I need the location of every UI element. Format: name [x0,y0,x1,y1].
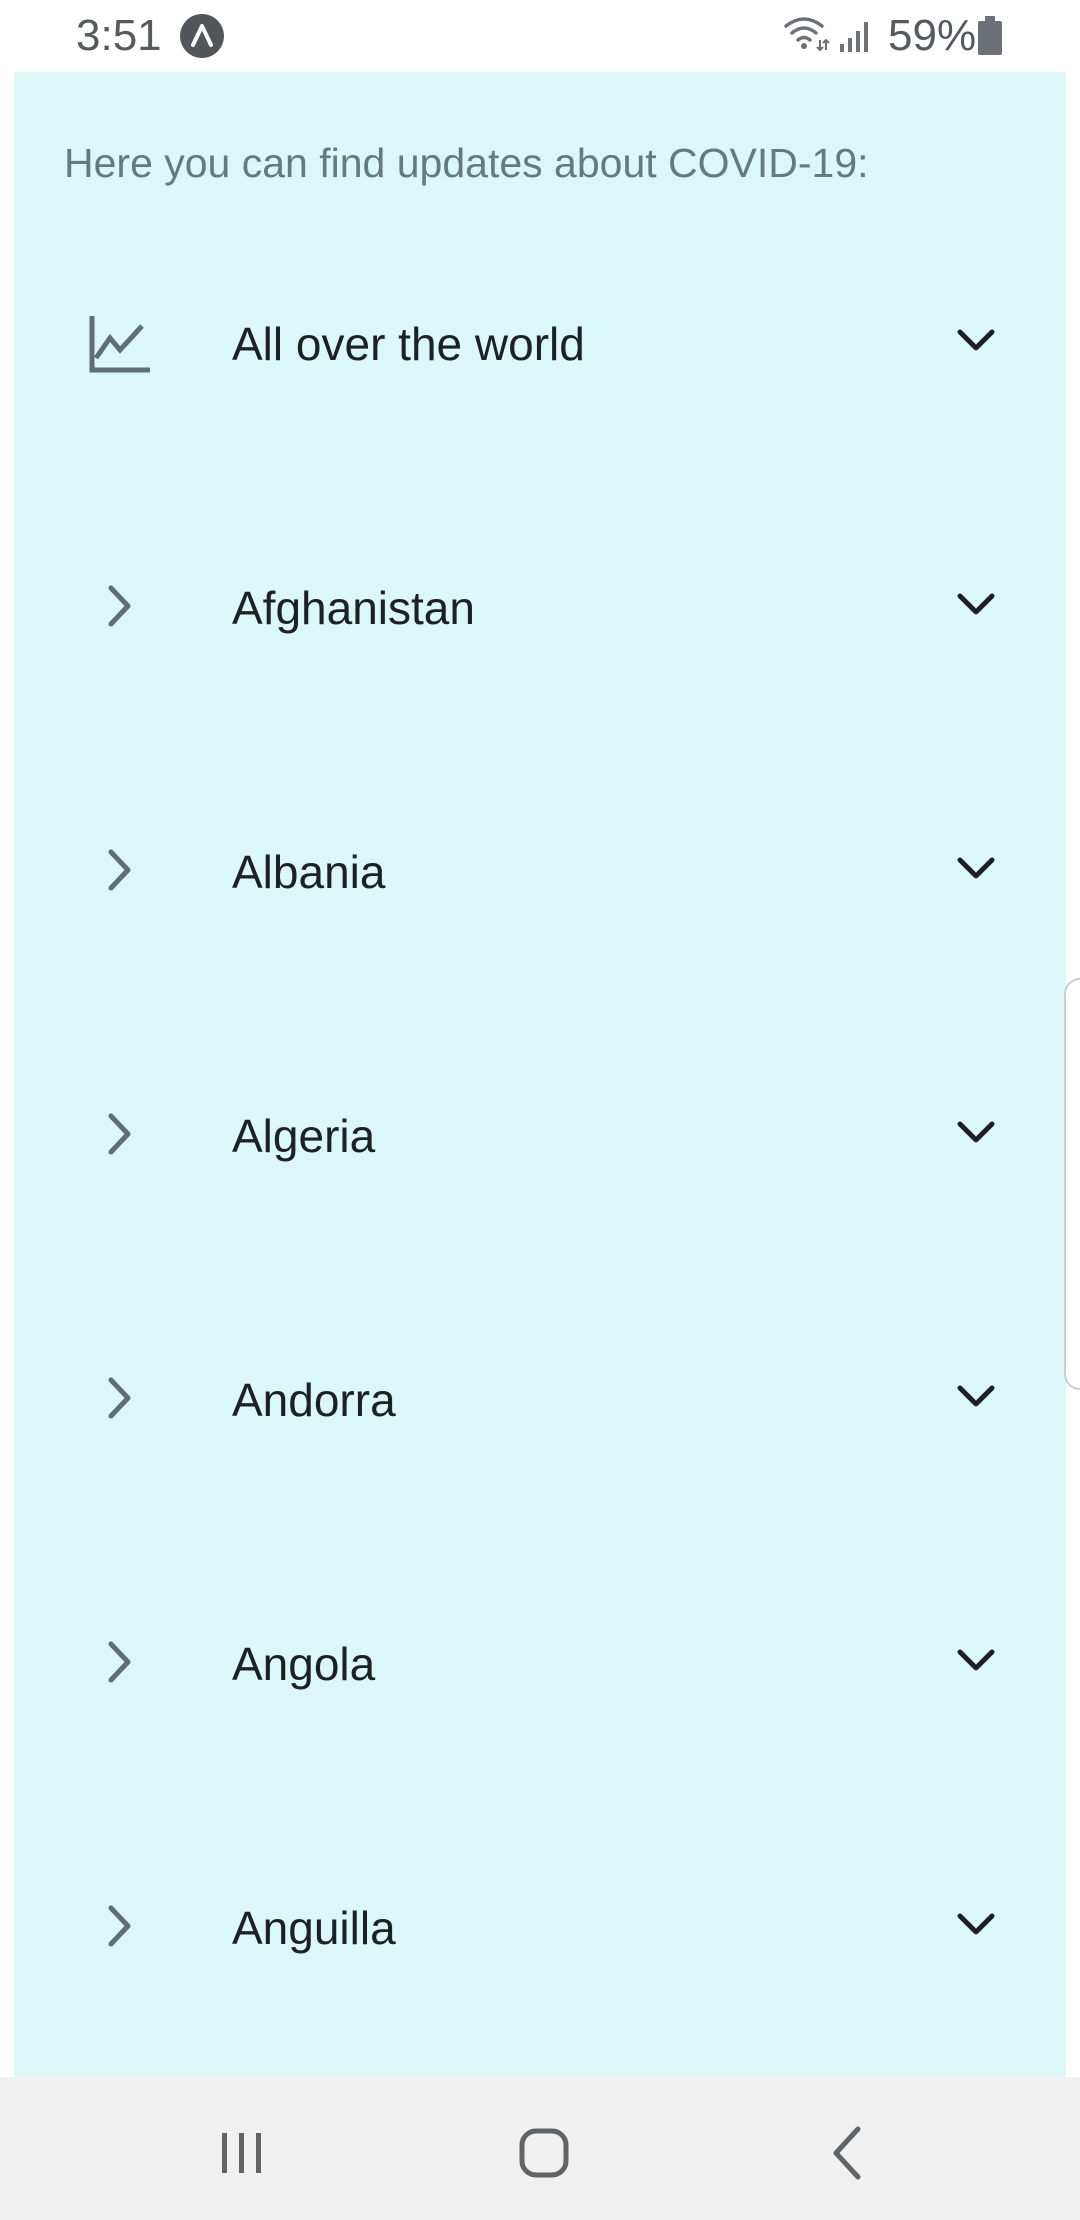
chevron-down-icon[interactable] [956,1116,996,1152]
country-row[interactable]: Andorra [14,1328,1066,1468]
battery-icon [976,16,1004,61]
chevron-right-icon [88,1896,148,1956]
home-icon[interactable] [508,2117,580,2189]
navigation-bar [0,2077,1080,2220]
battery-percentage: 59% [888,11,977,60]
row-label: Angola [232,1638,376,1690]
wifi-icon [782,14,830,59]
country-row[interactable]: Albania [14,800,1066,940]
world-row[interactable]: All over the world [14,272,1066,412]
country-row[interactable]: Algeria [14,1064,1066,1204]
content-panel: Here you can find updates about COVID-19… [14,72,1066,2077]
back-icon[interactable] [812,2117,884,2189]
chart-line-icon [88,312,150,373]
status-bar: 3:51 59% [0,0,1080,72]
chevron-down-icon[interactable] [956,324,996,360]
row-label: All over the world [232,318,585,370]
row-label: Anguilla [232,1902,396,1954]
chevron-down-icon[interactable] [956,1644,996,1680]
chevron-down-icon[interactable] [956,1380,996,1416]
country-row[interactable]: Angola [14,1592,1066,1732]
recents-icon[interactable] [206,2117,278,2189]
row-label: Albania [232,846,386,898]
app-notification-icon [180,14,224,58]
chevron-right-icon [88,840,148,900]
chevron-right-icon [88,576,148,636]
status-time: 3:51 [76,11,162,60]
chevron-right-icon [88,1104,148,1164]
chevron-down-icon[interactable] [956,1908,996,1944]
row-label: Andorra [232,1374,396,1426]
country-row[interactable]: Anguilla [14,1856,1066,1996]
row-label: Afghanistan [232,582,475,634]
chevron-right-icon [88,1368,148,1428]
signal-icon [838,18,874,59]
chevron-down-icon[interactable] [956,852,996,888]
chevron-right-icon [88,1632,148,1692]
row-label: Algeria [232,1110,376,1162]
country-row[interactable]: Afghanistan [14,536,1066,676]
chevron-down-icon[interactable] [956,588,996,624]
intro-text: Here you can find updates about COVID-19… [64,140,869,186]
edge-panel-handle[interactable] [1064,978,1080,1390]
